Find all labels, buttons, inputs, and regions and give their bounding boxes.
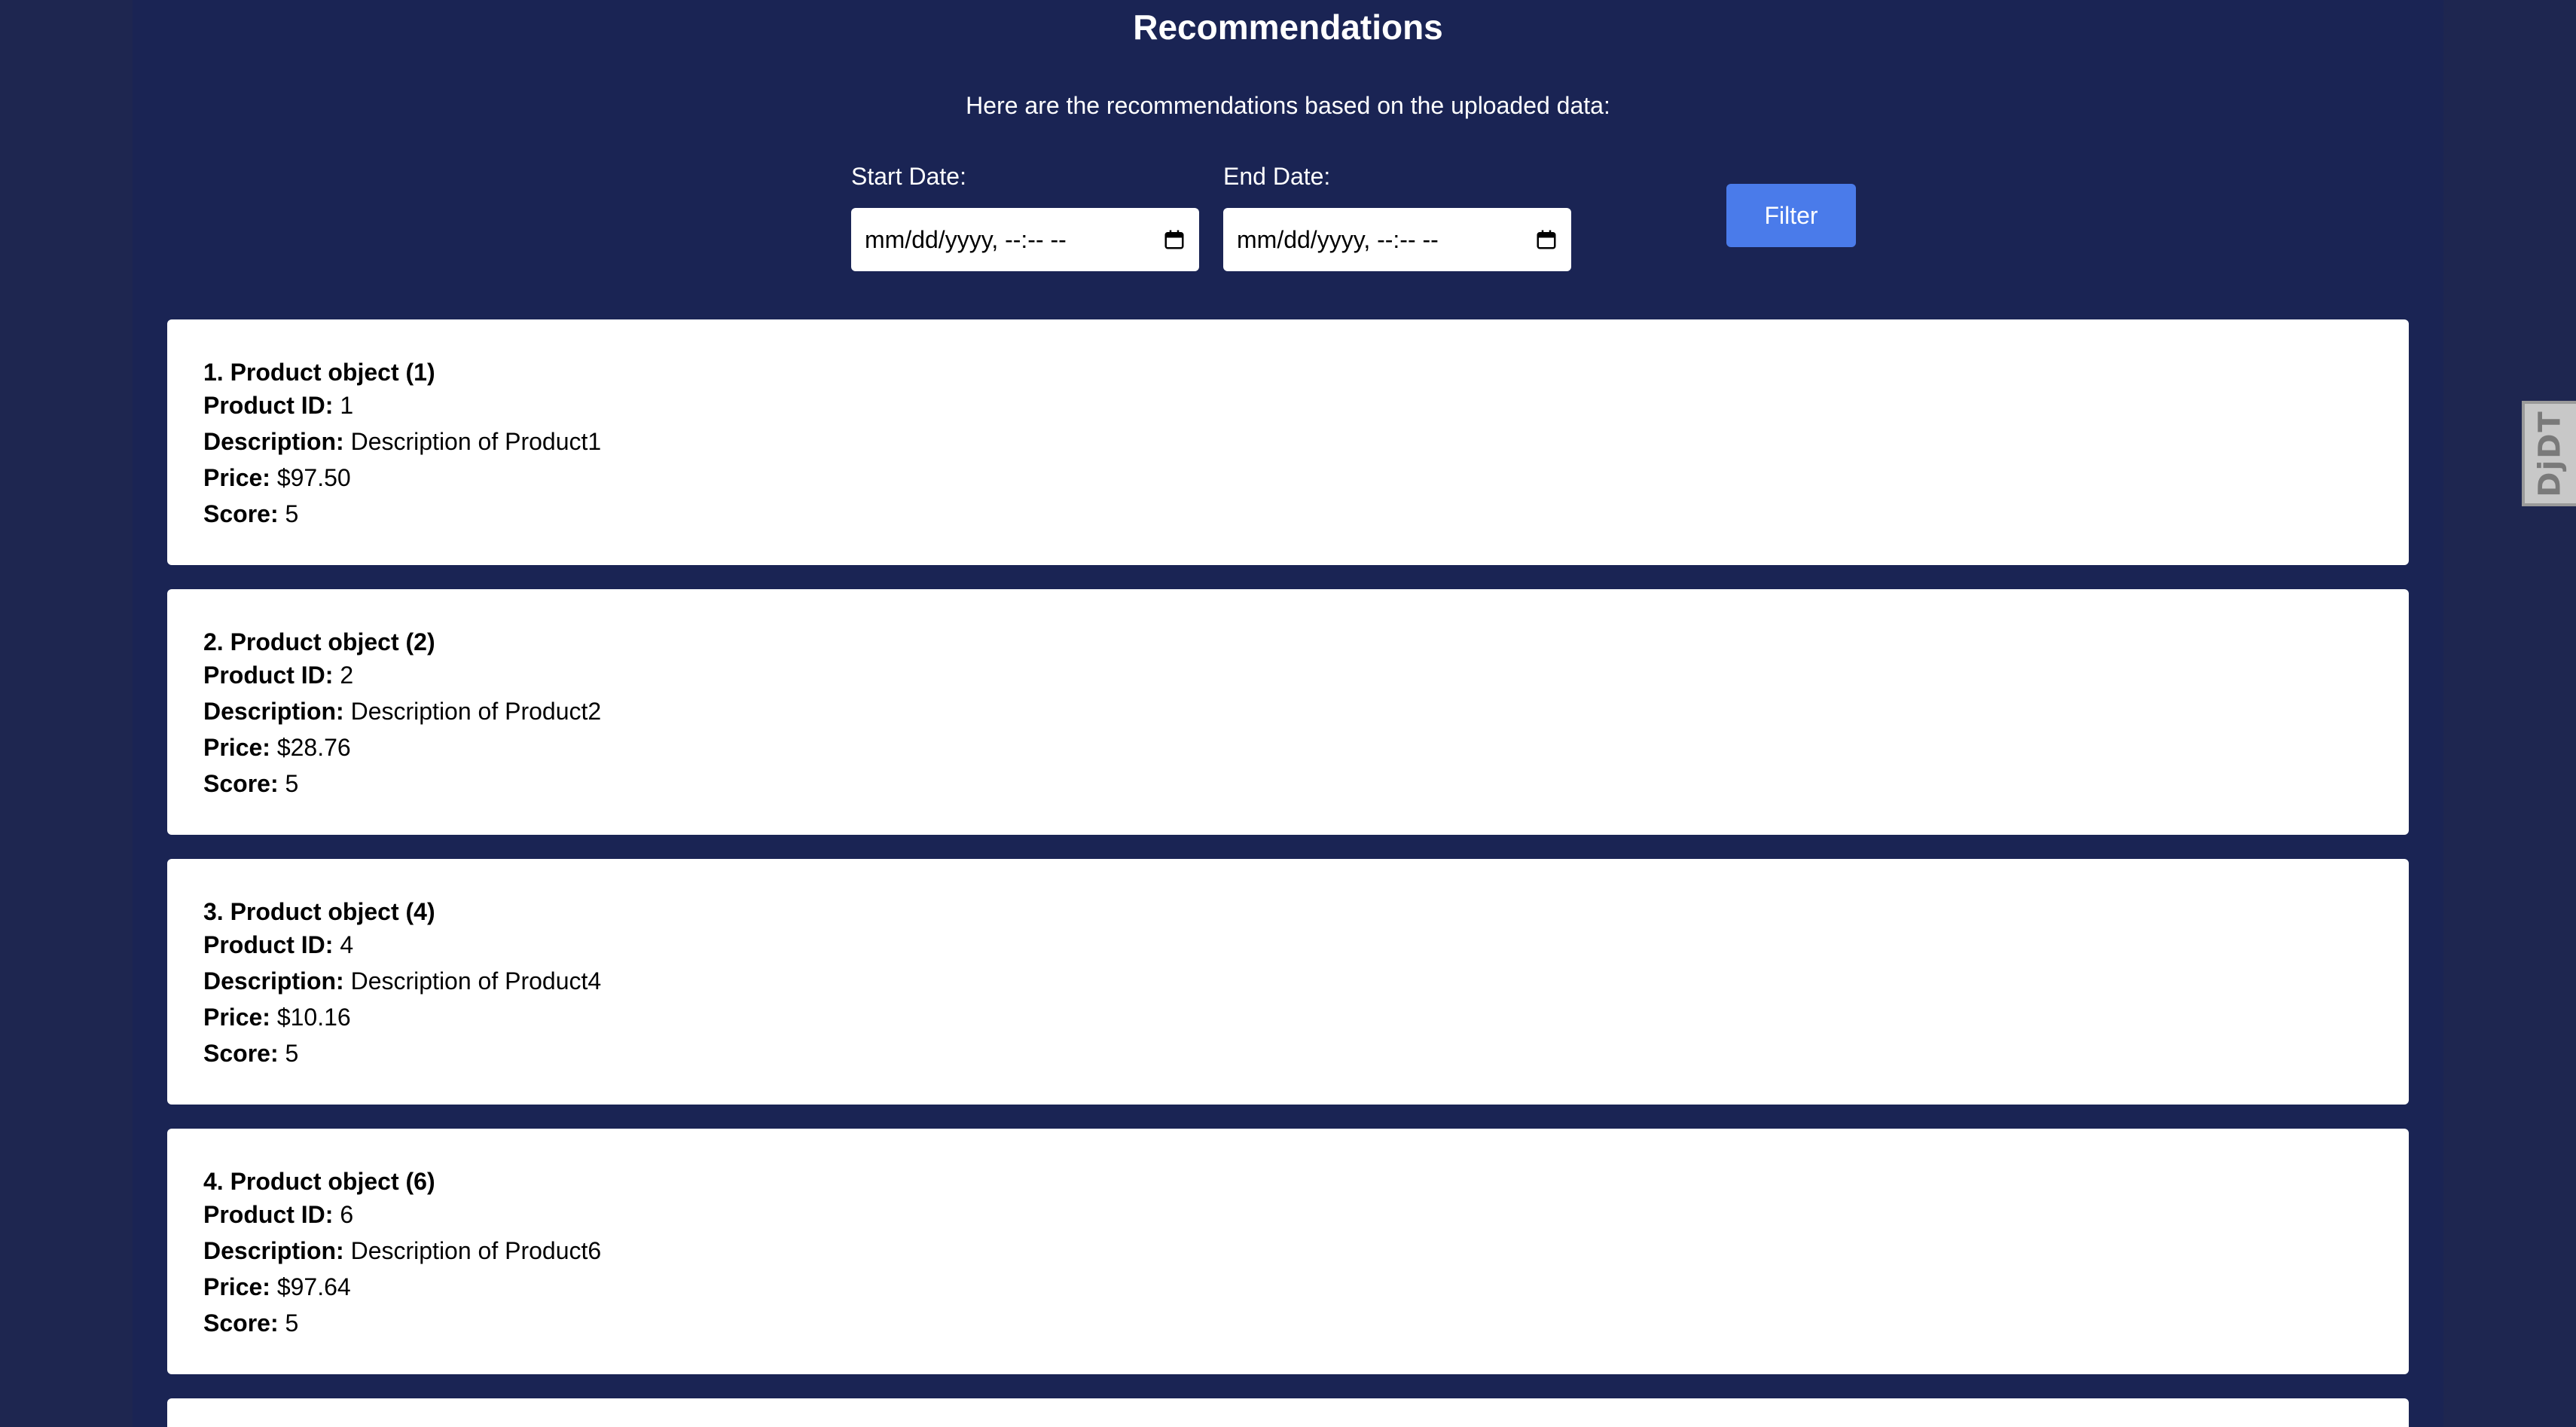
- score-value: 5: [285, 770, 299, 797]
- description-label: Description:: [203, 428, 344, 455]
- product-price-row: Price: $28.76: [203, 729, 2373, 765]
- score-value: 5: [285, 1309, 299, 1337]
- main-content: Recommendations Here are the recommendat…: [133, 0, 2443, 1427]
- product-score-row: Score: 5: [203, 1035, 2373, 1071]
- debug-toolbar-label: DjDT: [2533, 410, 2568, 497]
- product-score-row: Score: 5: [203, 765, 2373, 802]
- page-title: Recommendations: [1133, 8, 1443, 47]
- end-date-value: mm/dd/yyyy, --:-- --: [1237, 225, 1439, 253]
- price-label: Price:: [203, 1273, 270, 1300]
- product-id-value: 6: [340, 1201, 354, 1228]
- product-card: 3. Product object (4) Product ID: 4 Desc…: [167, 859, 2409, 1105]
- start-date-input[interactable]: mm/dd/yyyy, --:-- --: [851, 208, 1199, 271]
- product-id-value: 4: [340, 931, 354, 958]
- product-title: 1. Product object (1): [203, 359, 435, 386]
- product-price-row: Price: $97.64: [203, 1269, 2373, 1305]
- score-label: Score:: [203, 1040, 279, 1067]
- product-id-value: 1: [340, 392, 354, 419]
- score-label: Score:: [203, 770, 279, 797]
- price-label: Price:: [203, 464, 270, 491]
- start-date-group: Start Date: mm/dd/yyyy, --:-- --: [851, 160, 1199, 271]
- start-date-label: Start Date:: [851, 163, 966, 190]
- price-label: Price:: [203, 734, 270, 761]
- product-card: 4. Product object (6) Product ID: 6 Desc…: [167, 1129, 2409, 1374]
- description-label: Description:: [203, 1237, 344, 1264]
- score-value: 5: [285, 500, 299, 527]
- price-label: Price:: [203, 1004, 270, 1031]
- calendar-icon[interactable]: [1163, 228, 1186, 251]
- score-value: 5: [285, 1040, 299, 1067]
- product-id-row: Product ID: 1: [203, 387, 2373, 423]
- end-date-input[interactable]: mm/dd/yyyy, --:-- --: [1223, 208, 1571, 271]
- product-id-label: Product ID:: [203, 1201, 334, 1228]
- price-value: $97.50: [276, 464, 351, 491]
- description-value: Description of Product6: [350, 1237, 602, 1264]
- product-id-row: Product ID: 2: [203, 657, 2373, 693]
- product-price-row: Price: $10.16: [203, 999, 2373, 1035]
- description-value: Description of Product1: [350, 428, 602, 455]
- end-date-label: End Date:: [1223, 163, 1331, 190]
- description-label: Description:: [203, 698, 344, 725]
- product-card-partial: [167, 1398, 2409, 1427]
- score-label: Score:: [203, 500, 279, 527]
- product-description-row: Description: Description of Product4: [203, 963, 2373, 999]
- product-price-row: Price: $97.50: [203, 460, 2373, 496]
- product-id-value: 2: [340, 662, 354, 689]
- price-value: $97.64: [276, 1273, 351, 1300]
- product-id-label: Product ID:: [203, 931, 334, 958]
- price-value: $10.16: [276, 1004, 351, 1031]
- calendar-icon[interactable]: [1535, 228, 1558, 251]
- start-date-value: mm/dd/yyyy, --:-- --: [865, 225, 1067, 253]
- product-score-row: Score: 5: [203, 496, 2373, 532]
- page-subtitle: Here are the recommendations based on th…: [966, 92, 1610, 119]
- product-title: 4. Product object (6): [203, 1168, 435, 1195]
- debug-toolbar-handle[interactable]: DjDT: [2522, 401, 2576, 506]
- price-value: $28.76: [276, 734, 351, 761]
- description-label: Description:: [203, 967, 344, 995]
- product-id-row: Product ID: 4: [203, 927, 2373, 963]
- description-value: Description of Product4: [350, 967, 602, 995]
- product-id-label: Product ID:: [203, 392, 334, 419]
- product-card: 1. Product object (1) Product ID: 1 Desc…: [167, 319, 2409, 565]
- filter-button[interactable]: Filter: [1726, 184, 1856, 247]
- description-value: Description of Product2: [350, 698, 602, 725]
- score-label: Score:: [203, 1309, 279, 1337]
- end-date-group: End Date: mm/dd/yyyy, --:-- --: [1223, 160, 1571, 271]
- product-id-label: Product ID:: [203, 662, 334, 689]
- product-id-row: Product ID: 6: [203, 1196, 2373, 1233]
- product-score-row: Score: 5: [203, 1305, 2373, 1341]
- product-description-row: Description: Description of Product2: [203, 693, 2373, 729]
- page: Recommendations Here are the recommendat…: [0, 0, 2576, 1427]
- product-title: 3. Product object (4): [203, 898, 435, 925]
- product-card: 2. Product object (2) Product ID: 2 Desc…: [167, 589, 2409, 835]
- product-title: 2. Product object (2): [203, 628, 435, 655]
- product-description-row: Description: Description of Product1: [203, 423, 2373, 460]
- product-description-row: Description: Description of Product6: [203, 1233, 2373, 1269]
